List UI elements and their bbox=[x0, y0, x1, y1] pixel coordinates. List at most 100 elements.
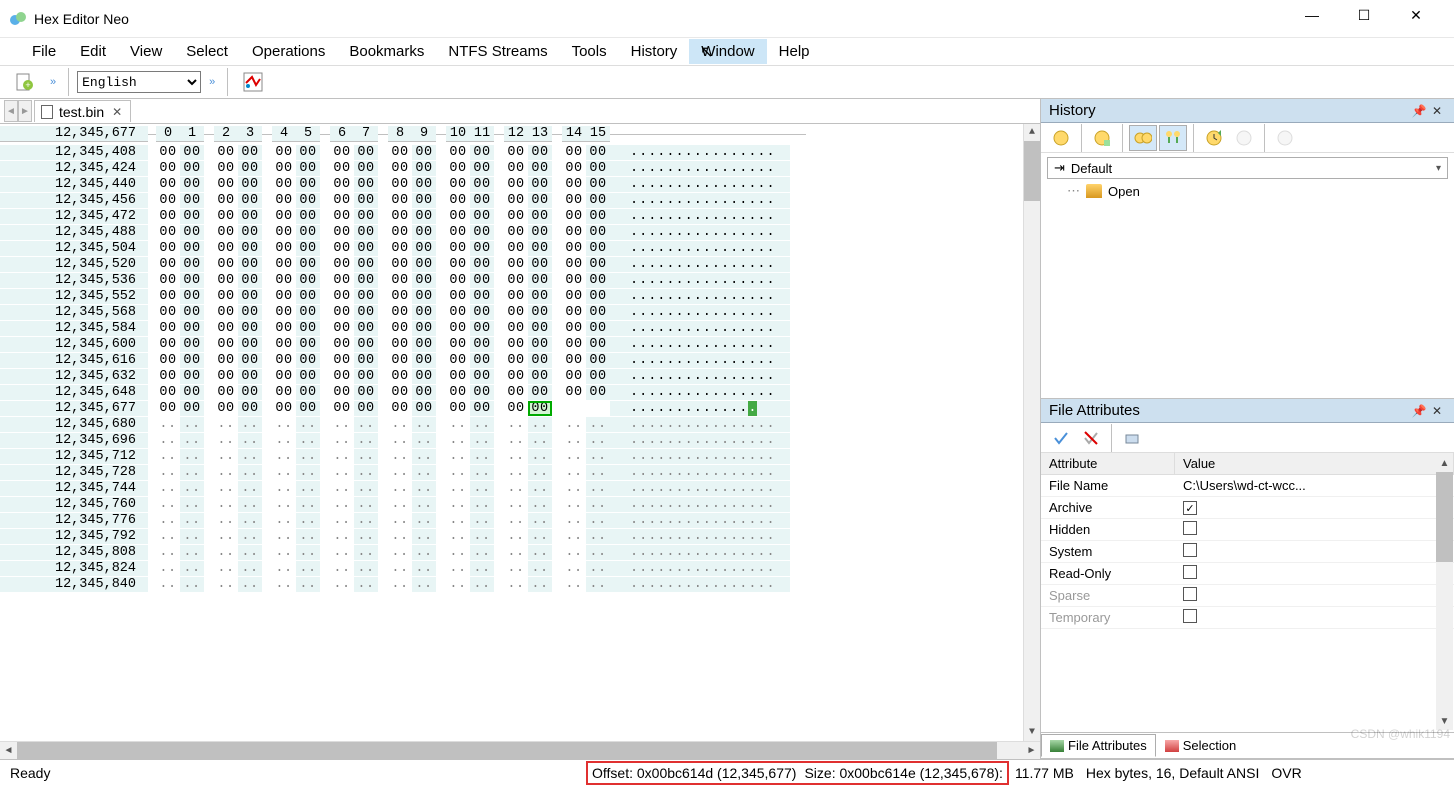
history-header: History 📌 ✕ bbox=[1041, 99, 1454, 123]
scroll-thumb[interactable] bbox=[1024, 141, 1040, 201]
hex-row[interactable]: 12,345,744..............................… bbox=[0, 480, 1040, 496]
hex-row[interactable]: 12,345,568000000000000000000000000000000… bbox=[0, 304, 1040, 320]
history-btn-6[interactable] bbox=[1230, 125, 1258, 151]
fattr-scrollbar[interactable]: ▲ ▼ bbox=[1436, 455, 1453, 730]
hex-row[interactable]: 12,345,456000000000000000000000000000000… bbox=[0, 192, 1040, 208]
history-btn-2[interactable] bbox=[1088, 125, 1116, 151]
fattr-row[interactable]: Archive✓ bbox=[1041, 497, 1454, 519]
checkbox[interactable] bbox=[1183, 565, 1197, 579]
checkbox[interactable] bbox=[1183, 521, 1197, 535]
menu-select[interactable]: Select bbox=[174, 39, 240, 64]
fattr-row[interactable]: File NameC:\Users\wd-ct-wcc... bbox=[1041, 475, 1454, 497]
hex-row[interactable]: 12,345,600000000000000000000000000000000… bbox=[0, 336, 1040, 352]
hex-row[interactable]: 12,345,808..............................… bbox=[0, 544, 1040, 560]
tab-close-button[interactable]: ✕ bbox=[110, 105, 124, 119]
checkbox[interactable] bbox=[1183, 587, 1197, 601]
menu-help[interactable]: Help bbox=[767, 39, 822, 64]
hex-row[interactable]: 12,345,712..............................… bbox=[0, 448, 1040, 464]
maximize-button[interactable]: ☐ bbox=[1338, 2, 1390, 28]
hex-row[interactable]: 12,345,472000000000000000000000000000000… bbox=[0, 208, 1040, 224]
pin-icon[interactable]: 📌 bbox=[1410, 104, 1428, 118]
fattr-btn-2[interactable] bbox=[1077, 425, 1105, 451]
col-attribute[interactable]: Attribute bbox=[1041, 453, 1175, 474]
hex-row[interactable]: 12,345,648000000000000000000000000000000… bbox=[0, 384, 1040, 400]
menu-ntfs-streams[interactable]: NTFS Streams bbox=[436, 39, 559, 64]
history-tree-item[interactable]: ⋯ Open bbox=[1047, 179, 1448, 203]
hex-row[interactable]: 12,345,584000000000000000000000000000000… bbox=[0, 320, 1040, 336]
hex-body[interactable]: 12,345,408000000000000000000000000000000… bbox=[0, 144, 1040, 592]
fattr-btn-1[interactable] bbox=[1047, 425, 1075, 451]
fattr-header: File Attributes 📌 ✕ bbox=[1041, 399, 1454, 423]
language-select[interactable]: English bbox=[77, 71, 201, 93]
vertical-scrollbar[interactable]: ▲ ▼ bbox=[1023, 124, 1040, 741]
scroll-left-button[interactable]: ◄ bbox=[0, 742, 17, 759]
hex-row[interactable]: 12,345,440000000000000000000000000000000… bbox=[0, 176, 1040, 192]
history-btn-5[interactable] bbox=[1200, 125, 1228, 151]
hex-row[interactable]: 12,345,424000000000000000000000000000000… bbox=[0, 160, 1040, 176]
fattr-btn-3[interactable] bbox=[1118, 425, 1146, 451]
hex-row[interactable]: 12,345,824..............................… bbox=[0, 560, 1040, 576]
hex-row[interactable]: 12,345,728..............................… bbox=[0, 464, 1040, 480]
menu-tools[interactable]: Tools bbox=[560, 39, 619, 64]
toolbar-chevron-2[interactable]: » bbox=[205, 76, 219, 88]
panel-close-button[interactable]: ✕ bbox=[1428, 104, 1446, 118]
checkbox[interactable] bbox=[1183, 609, 1197, 623]
horizontal-scrollbar[interactable]: ◄ ► bbox=[0, 741, 1040, 759]
hex-editor[interactable]: 12,345,6770123456789101112131415 12,345,… bbox=[0, 124, 1040, 759]
tab-selection[interactable]: Selection bbox=[1156, 734, 1245, 757]
panel-close-button[interactable]: ✕ bbox=[1428, 404, 1446, 418]
scroll-up-button[interactable]: ▲ bbox=[1024, 124, 1040, 141]
close-button[interactable]: ✕ bbox=[1390, 2, 1442, 28]
hex-row[interactable]: 12,345,536000000000000000000000000000000… bbox=[0, 272, 1040, 288]
fattr-row[interactable]: Sparse bbox=[1041, 585, 1454, 607]
scroll-right-button[interactable]: ► bbox=[1023, 742, 1040, 759]
tab-next-button[interactable]: ► bbox=[18, 100, 32, 122]
hex-row[interactable]: 12,345,408000000000000000000000000000000… bbox=[0, 144, 1040, 160]
history-btn-1[interactable] bbox=[1047, 125, 1075, 151]
menu-file[interactable]: File bbox=[20, 39, 68, 64]
hex-row[interactable]: 12,345,520000000000000000000000000000000… bbox=[0, 256, 1040, 272]
fattr-row[interactable]: System bbox=[1041, 541, 1454, 563]
tab-file-attributes[interactable]: File Attributes bbox=[1041, 734, 1156, 757]
hex-row[interactable]: 12,345,792..............................… bbox=[0, 528, 1040, 544]
hex-row[interactable]: 12,345,632000000000000000000000000000000… bbox=[0, 368, 1040, 384]
hex-row[interactable]: 12,345,504000000000000000000000000000000… bbox=[0, 240, 1040, 256]
col-value[interactable]: Value bbox=[1175, 453, 1454, 474]
checkbox[interactable]: ✓ bbox=[1183, 501, 1197, 515]
hex-row[interactable]: 12,345,840..............................… bbox=[0, 576, 1040, 592]
hex-cursor-cell: 00 bbox=[528, 401, 552, 416]
hex-row[interactable]: 12,345,6770000000000000000000000000000 .… bbox=[0, 400, 1040, 416]
new-file-button[interactable]: + bbox=[8, 67, 42, 97]
pin-icon[interactable]: 📌 bbox=[1410, 404, 1428, 418]
history-btn-4[interactable] bbox=[1159, 125, 1187, 151]
checkbox[interactable] bbox=[1183, 543, 1197, 557]
history-btn-3[interactable] bbox=[1129, 125, 1157, 151]
hex-row[interactable]: 12,345,488000000000000000000000000000000… bbox=[0, 224, 1040, 240]
menu-bookmarks[interactable]: Bookmarks bbox=[337, 39, 436, 64]
hscroll-thumb[interactable] bbox=[17, 742, 997, 759]
ascii-cursor: . bbox=[748, 401, 757, 416]
fattr-row[interactable]: Read-Only bbox=[1041, 563, 1454, 585]
history-combo[interactable]: ⇥ Default ▾ bbox=[1047, 157, 1448, 179]
tool-button[interactable] bbox=[236, 67, 270, 97]
minimize-button[interactable]: — bbox=[1286, 2, 1338, 28]
toolbar-chevron-1[interactable]: » bbox=[46, 76, 60, 88]
fattr-columns: Attribute Value bbox=[1041, 453, 1454, 475]
menu-operations[interactable]: Operations bbox=[240, 39, 337, 64]
document-tab[interactable]: test.bin ✕ bbox=[34, 100, 131, 122]
menu-history[interactable]: History bbox=[619, 39, 690, 64]
menu-view[interactable]: View bbox=[118, 39, 174, 64]
menu-edit[interactable]: Edit bbox=[68, 39, 118, 64]
tab-prev-button[interactable]: ◄ bbox=[4, 100, 18, 122]
hex-row[interactable]: 12,345,680..............................… bbox=[0, 416, 1040, 432]
hex-row[interactable]: 12,345,776..............................… bbox=[0, 512, 1040, 528]
menu-window[interactable]: Window bbox=[689, 39, 766, 64]
hex-row[interactable]: 12,345,616000000000000000000000000000000… bbox=[0, 352, 1040, 368]
hex-row[interactable]: 12,345,696..............................… bbox=[0, 432, 1040, 448]
fattr-row[interactable]: Hidden bbox=[1041, 519, 1454, 541]
fattr-row[interactable]: Temporary bbox=[1041, 607, 1454, 629]
hex-row[interactable]: 12,345,552000000000000000000000000000000… bbox=[0, 288, 1040, 304]
hex-row[interactable]: 12,345,760..............................… bbox=[0, 496, 1040, 512]
scroll-down-button[interactable]: ▼ bbox=[1024, 724, 1040, 741]
history-btn-7[interactable] bbox=[1271, 125, 1299, 151]
